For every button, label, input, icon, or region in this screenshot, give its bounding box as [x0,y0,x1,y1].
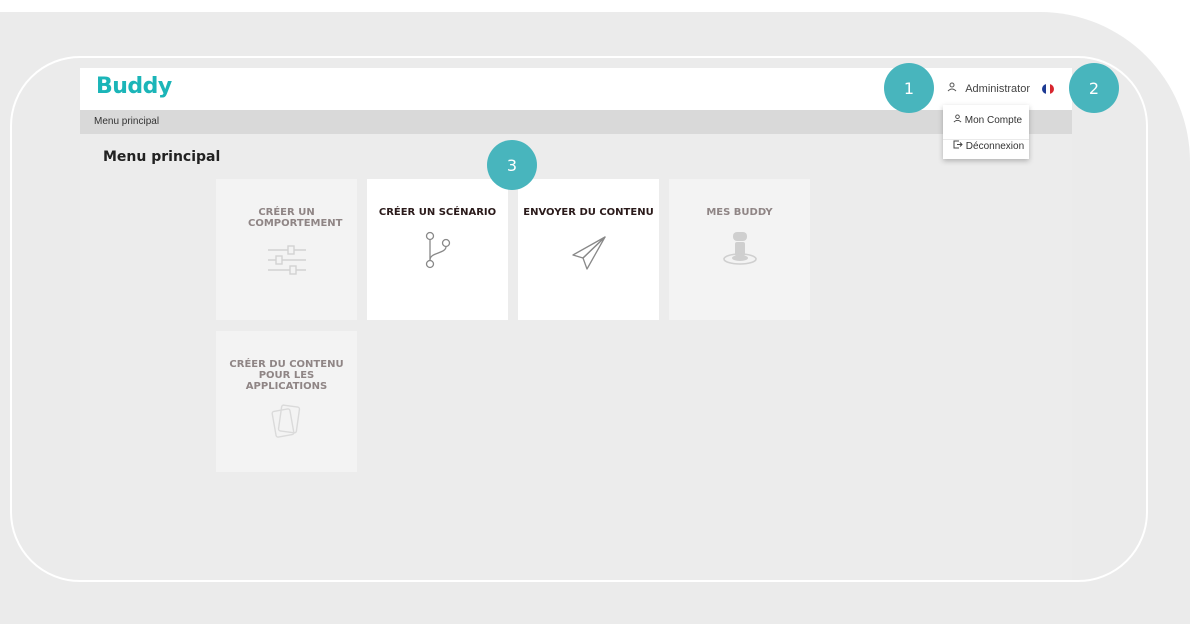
tile-creer-comportement[interactable]: CRÉER UN COMPORTEMENT [216,179,357,320]
branch-icon [424,231,452,274]
fr-flag-icon[interactable] [1042,83,1054,94]
user-icon [947,82,957,95]
robot-icon [720,229,760,274]
tile-label: ENVOYER DU CONTENU [523,207,654,218]
tile-label: CRÉER DU CONTENU POUR LES APPLICATIONS [229,359,344,392]
app-screen: Buddy Administrator Menu principal Menu … [80,68,1072,580]
tile-creer-scenario[interactable]: CRÉER UN SCÉNARIO [367,179,508,320]
paper-plane-icon [570,235,608,276]
tile-envoyer-contenu[interactable]: ENVOYER DU CONTENU [518,179,659,320]
breadcrumb[interactable]: Menu principal [94,116,159,127]
page-title: Menu principal [103,149,221,165]
tile-label: CRÉER UN COMPORTEMENT [248,207,343,229]
user-name[interactable]: Administrator [965,83,1030,95]
breadcrumb-bar: Menu principal [80,110,1072,134]
callout-badge-1: 1 [884,63,934,113]
tile-label: MES BUDDY [706,207,773,218]
menu-item-deconnexion[interactable]: Déconnexion [943,139,1029,152]
sliders-icon [266,243,308,282]
user-menu[interactable]: Administrator [947,82,1054,95]
tile-mes-buddy[interactable]: MES BUDDY [669,179,810,320]
user-dropdown-menu: Mon Compte Déconnexion [943,105,1029,159]
menu-item-label: Déconnexion [965,141,1025,152]
user-icon [953,114,965,126]
cards-icon [270,401,304,448]
callout-badge-3: 3 [487,140,537,190]
app-logo[interactable]: Buddy [96,74,172,99]
callout-badge-2: 2 [1069,63,1119,113]
logout-icon [953,140,966,152]
menu-item-mon-compte[interactable]: Mon Compte [953,114,1022,126]
menu-item-label: Mon Compte [964,115,1023,126]
tile-creer-contenu-applications[interactable]: CRÉER DU CONTENU POUR LES APPLICATIONS [216,331,357,472]
tile-label: CRÉER UN SCÉNARIO [378,207,497,218]
